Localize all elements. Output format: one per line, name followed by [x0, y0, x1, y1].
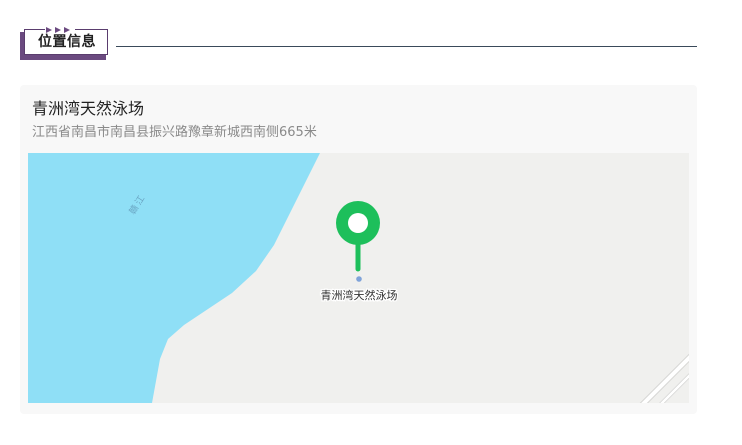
section-title: 位置信息	[38, 34, 96, 50]
section-tag: 位置信息	[24, 26, 108, 55]
map-marker-label: 青洲湾天然泳场	[321, 288, 398, 302]
location-name: 青洲湾天然泳场	[32, 99, 145, 118]
section-header: 位置信息	[20, 26, 697, 62]
location-address: 江西省南昌市南昌县振兴路豫章新城西南侧665米	[32, 125, 317, 140]
map-view[interactable]: 赣江 青洲湾天然泳场	[28, 153, 689, 403]
page: 位置信息 青洲湾天然泳场 江西省南昌市南昌县振兴路豫章新城西南侧665米 赣江	[0, 0, 742, 445]
location-card[interactable]: 青洲湾天然泳场 江西省南昌市南昌县振兴路豫章新城西南侧665米 赣江 青洲湾天然…	[20, 85, 697, 414]
header-divider	[116, 46, 697, 47]
